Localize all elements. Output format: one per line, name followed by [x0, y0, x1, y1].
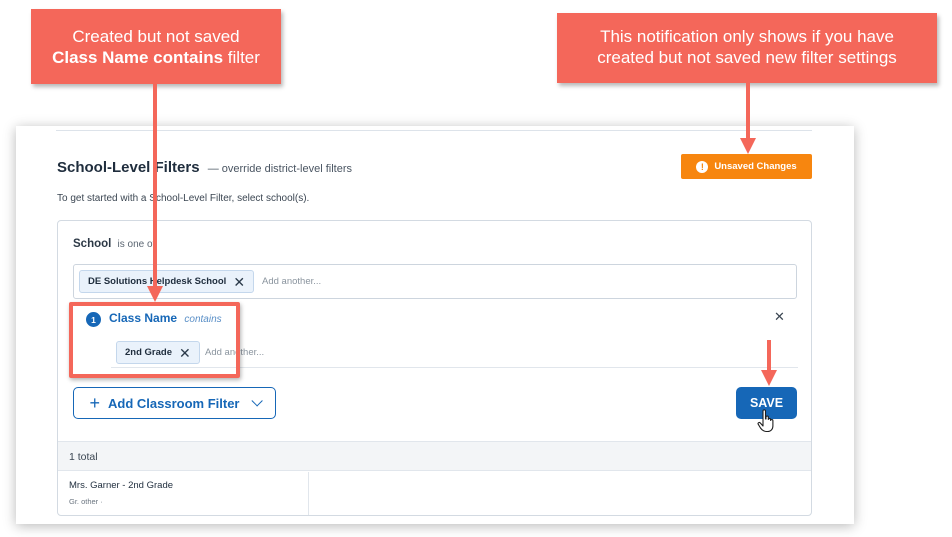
school-filter-label: School is one of	[73, 238, 155, 250]
plus-icon: +	[89, 393, 101, 413]
close-icon[interactable]: ✕	[774, 309, 785, 325]
result-class-name: Mrs. Garner - 2nd Grade	[69, 480, 174, 491]
tutorial-screenshot: School-Level Filters — override district…	[0, 0, 952, 537]
divider	[56, 130, 812, 131]
school-add-another[interactable]: Add another...	[262, 276, 321, 287]
callout-left-tail: filter	[223, 48, 260, 67]
callout-right-line2: created but not saved new filter setting…	[597, 48, 897, 67]
annotation-highlight-box	[69, 302, 240, 378]
section-title: School-Level Filters — override district…	[57, 159, 352, 176]
section-title-text: School-Level Filters	[57, 159, 200, 176]
school-chip: DE Solutions Helpdesk School ✕	[79, 270, 255, 293]
result-class-grade: Gr. other ·	[69, 497, 103, 506]
school-label-text: School	[73, 238, 112, 250]
chevron-down-icon	[251, 395, 264, 407]
add-classroom-filter-label: Add Classroom Filter	[108, 395, 240, 411]
school-operator: is one of	[117, 239, 156, 250]
school-chip-label: DE Solutions Helpdesk School	[88, 276, 227, 287]
annotation-callout-created-not-saved: Created but not saved Class Name contain…	[31, 9, 281, 84]
hand-cursor-icon	[757, 409, 774, 433]
intro-text: To get started with a School-Level Filte…	[57, 193, 310, 204]
callout-right-line1: This notification only shows if you have	[600, 27, 894, 46]
callout-left-bold: Class Name contains	[52, 48, 224, 67]
school-select-input[interactable]: DE Solutions Helpdesk School ✕ Add anoth…	[73, 264, 797, 299]
results-summary-bar: 1 total	[58, 441, 811, 471]
unsaved-changes-badge: ! Unsaved Changes	[681, 154, 812, 179]
exclamation-icon: !	[696, 160, 709, 173]
callout-left-line1: Created but not saved	[72, 27, 240, 46]
total-count: 1 total	[69, 451, 98, 463]
list-item[interactable]: Mrs. Garner - 2nd Grade Gr. other ·	[58, 472, 309, 515]
unsaved-changes-label: Unsaved Changes	[714, 161, 797, 172]
add-classroom-filter-button[interactable]: + Add Classroom Filter	[73, 387, 276, 419]
annotation-callout-notification: This notification only shows if you have…	[557, 13, 937, 83]
section-subtitle: — override district-level filters	[207, 163, 352, 175]
remove-chip-icon[interactable]: ✕	[233, 275, 245, 289]
callout-left-line2: Class Name contains filter	[31, 47, 281, 68]
